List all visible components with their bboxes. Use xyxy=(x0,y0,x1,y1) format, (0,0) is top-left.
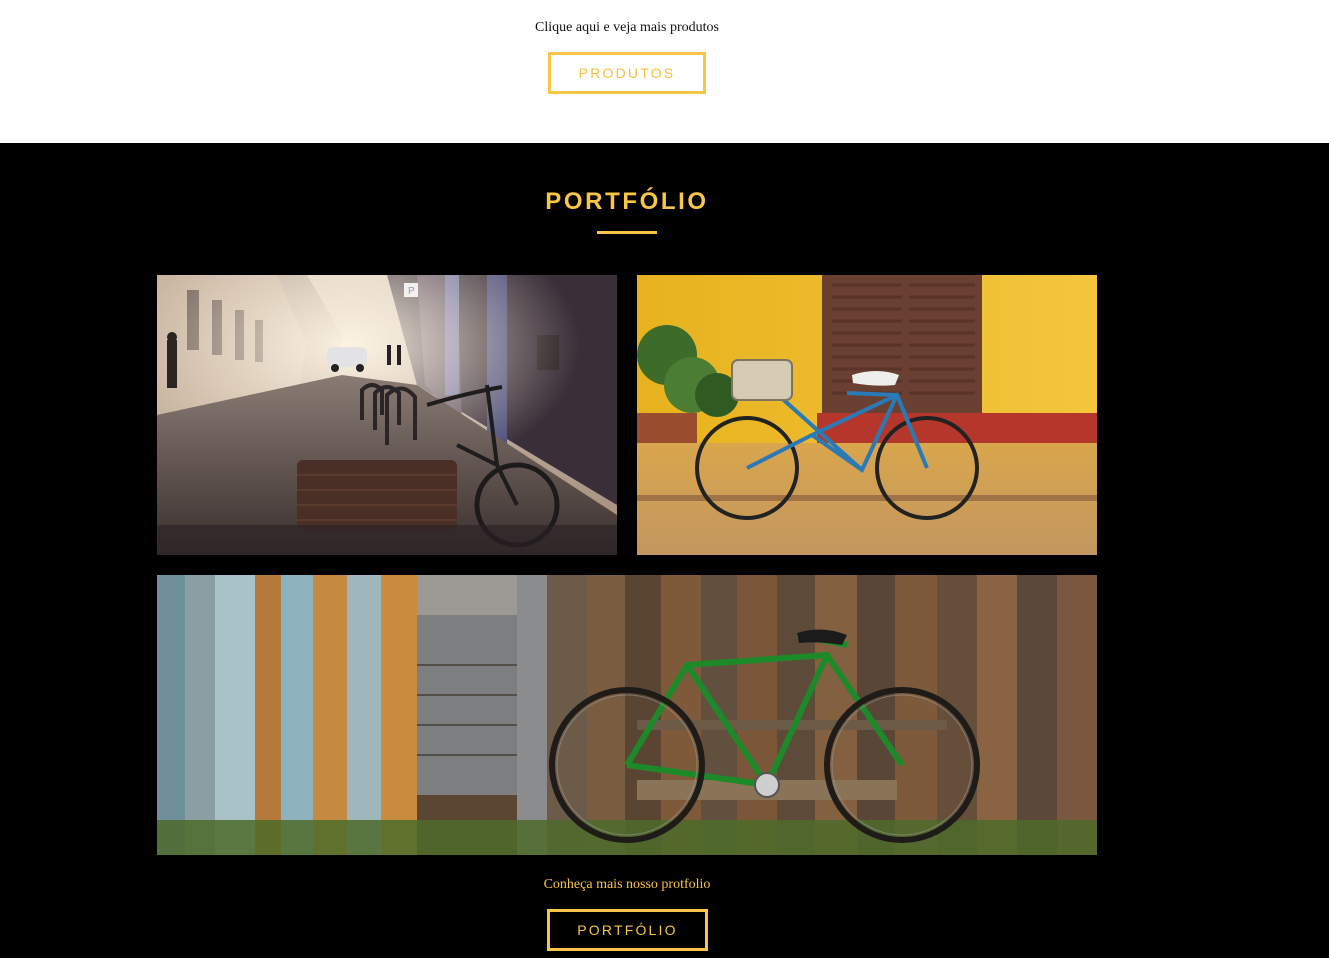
yellow-wall-bicycle-image xyxy=(637,275,1097,555)
products-section: Clique aqui e veja mais produtos PRODUTO… xyxy=(0,0,1329,143)
wooden-fence-green-bicycle-image xyxy=(157,575,1097,855)
portfolio-title: PORTFÓLIO xyxy=(545,188,709,215)
portfolio-cta-text: Conheça mais nosso protfolio xyxy=(543,877,711,892)
street-bicycle-photo[interactable]: P xyxy=(157,275,617,555)
wooden-fence-green-bicycle-photo[interactable] xyxy=(157,575,1097,855)
street-bicycle-image: P xyxy=(157,275,617,555)
title-underline xyxy=(597,231,657,234)
products-button[interactable]: PRODUTOS xyxy=(548,52,706,94)
products-cta-text: Clique aqui e veja mais produtos xyxy=(535,20,719,35)
portfolio-section: PORTFÓLIO Conheça mais nosso protfolio P… xyxy=(0,143,1329,958)
yellow-wall-bicycle-photo[interactable] xyxy=(637,275,1097,555)
portfolio-button[interactable]: PORTFÓLIO xyxy=(547,909,708,951)
